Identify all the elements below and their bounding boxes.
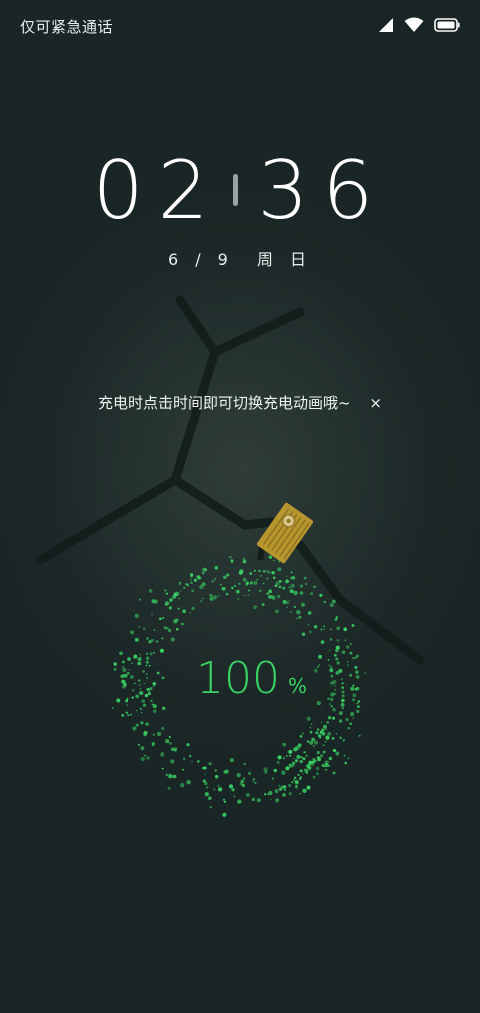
- date-row: 6 / 9 周 日: [0, 246, 480, 270]
- lock-screen-clock[interactable]: 02 36: [0, 140, 480, 240]
- wifi-icon: [404, 17, 424, 32]
- tip-close-button[interactable]: ×: [369, 394, 382, 412]
- tip-text: 充电时点击时间即可切换充电动画哦~: [98, 394, 351, 412]
- charging-animation-tip: 充电时点击时间即可切换充电动画哦~ ×: [0, 392, 480, 413]
- battery-percentage: 100 %: [196, 651, 307, 707]
- clock-hours: 02: [92, 143, 223, 237]
- status-bar: 仅可紧急通话: [0, 0, 480, 52]
- clock-separator: [232, 174, 238, 206]
- battery-icon: [434, 18, 460, 32]
- status-icons: [378, 17, 460, 33]
- signal-icon: [379, 18, 393, 32]
- carrier-status-text: 仅可紧急通话: [20, 18, 114, 36]
- clock-minutes: 36: [257, 143, 388, 237]
- date-month-day: 6 / 9: [167, 250, 234, 269]
- battery-level-value: 100: [196, 653, 280, 704]
- date-weekday: 周 日: [256, 250, 313, 269]
- battery-level-unit: %: [287, 674, 307, 698]
